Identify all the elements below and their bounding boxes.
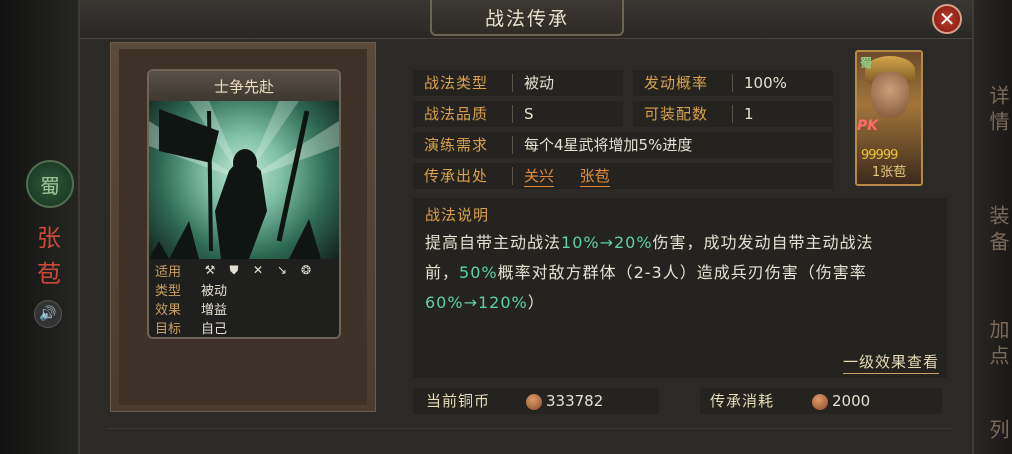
source-link-zhangbao[interactable]: 张苞 <box>579 167 610 187</box>
description-box: 战法说明 提高自带主动战法10%→20%伤害，成功发动自带主动战法前，50%概率… <box>413 198 947 378</box>
hero-face <box>871 72 909 118</box>
desc-segment: 概率对敌方群体（2-3人）造成兵刃伤害（伤害率 <box>497 263 867 282</box>
stat-row-effect: 效果 增益 <box>155 299 228 318</box>
side-tab-list[interactable]: 列 <box>976 412 1012 452</box>
level-one-effect-link[interactable]: 一级效果查看 <box>842 351 939 374</box>
hero-name-vertical: 张苞 <box>37 224 61 288</box>
divider <box>106 428 952 429</box>
skill-card-stats: 适用 ⚒ ⛊ ✕ ↘ ❂ 类型 被动 效果 增益 目标 自己 <box>149 259 339 337</box>
axe-icon: ⚒ <box>204 262 216 277</box>
side-tab-details[interactable]: 详情 <box>976 66 1012 156</box>
copper-amount: 333782 <box>526 388 603 414</box>
stat-value: 自己 <box>201 321 228 337</box>
source-link-guanxing[interactable]: 关兴 <box>524 167 555 187</box>
label-skill-type: 战法类型 <box>424 74 489 92</box>
crossed-bows-icon: ✕ <box>252 262 264 277</box>
value-drill-requirement: 每个4星武将增加5%进度 <box>524 136 693 154</box>
stat-value: 增益 <box>201 302 228 318</box>
skill-inherit-dialog: 战法传承 ✕ 士争先赴 适用 ⚒ ⛊ ✕ ↘ ❂ 类型 被动 效果 增益 目标 … <box>78 0 974 454</box>
desc-highlight: 60%→120% <box>425 293 528 312</box>
copper-coin-icon <box>526 393 542 410</box>
value-skill-type: 被动 <box>524 74 555 92</box>
value-equip-count: 1 <box>744 105 754 123</box>
description-text: 提高自带主动战法10%→20%伤害，成功发动自带主动战法前，50%概率对敌方群体… <box>425 228 941 318</box>
side-tab-points[interactable]: 加点 <box>976 300 1012 390</box>
cost-amount: 2000 <box>812 388 870 414</box>
desc-segment: ） <box>527 293 545 312</box>
description-title: 战法说明 <box>425 206 490 224</box>
skill-card-art <box>149 101 339 259</box>
skill-card-title: 士争先赴 <box>149 71 339 102</box>
spear-icon: ↘ <box>276 262 288 277</box>
desc-highlight: 10%→20% <box>561 233 653 252</box>
label-drill-requirement: 演练需求 <box>424 136 489 154</box>
label-inherit-cost: 传承消耗 <box>710 392 775 410</box>
source-links: 关兴 张苞 <box>524 163 610 189</box>
skill-card: 士争先赴 适用 ⚒ ⛊ ✕ ↘ ❂ 类型 被动 效果 增益 目标 自己 <box>147 69 341 339</box>
hero-portrait[interactable]: 蜀 PK 99999 1张苞 <box>855 50 923 186</box>
label-equip-count: 可装配数 <box>644 105 709 123</box>
warrior-silhouette-icon <box>149 101 339 259</box>
dialog-title: 战法传承 <box>430 0 624 36</box>
faction-badge: 蜀 <box>860 56 873 70</box>
label-current-copper: 当前铜币 <box>426 392 491 410</box>
stat-row-applicable: 适用 ⚒ ⛊ ✕ ↘ ❂ <box>155 261 315 280</box>
divider <box>732 74 733 92</box>
side-tab-equipment[interactable]: 装备 <box>976 186 1012 276</box>
stat-key: 类型 <box>155 283 182 299</box>
label-trigger-rate: 发动概率 <box>644 74 709 92</box>
desc-highlight: 50% <box>459 263 498 282</box>
pk-badge: PK <box>857 118 879 134</box>
desc-segment: 伤害，成功发动自带主动战法 <box>652 233 874 252</box>
faction-seal-icon: 蜀 <box>26 160 74 208</box>
copper-coin-icon <box>812 393 828 410</box>
divider <box>512 74 513 92</box>
copper-value: 333782 <box>546 392 604 410</box>
shield-icon: ⛊ <box>229 262 239 277</box>
stat-key: 目标 <box>155 321 182 337</box>
desc-segment: 提高自带主动战法 <box>425 233 562 252</box>
divider <box>512 167 513 185</box>
value-skill-quality: S <box>524 105 534 123</box>
cost-value: 2000 <box>832 392 871 410</box>
desc-segment: 前， <box>425 263 460 282</box>
label-inherit-source: 传承出处 <box>424 167 489 185</box>
stat-value: 被动 <box>201 283 228 299</box>
sound-icon[interactable]: 🔊 <box>34 300 62 328</box>
portrait-name: 1张苞 <box>871 165 907 180</box>
stat-row-target: 目标 自己 <box>155 318 228 337</box>
divider <box>732 105 733 123</box>
wheel-icon: ❂ <box>300 262 312 277</box>
stat-key: 效果 <box>155 302 182 318</box>
divider <box>512 105 513 123</box>
label-skill-quality: 战法品质 <box>424 105 489 123</box>
close-button[interactable]: ✕ <box>932 4 962 34</box>
value-trigger-rate: 100% <box>744 74 787 92</box>
stat-row-type: 类型 被动 <box>155 280 228 299</box>
skill-scroll: 士争先赴 适用 ⚒ ⛊ ✕ ↘ ❂ 类型 被动 效果 增益 目标 自己 <box>110 42 376 412</box>
divider <box>512 136 513 154</box>
stat-key: 适用 <box>155 264 182 280</box>
